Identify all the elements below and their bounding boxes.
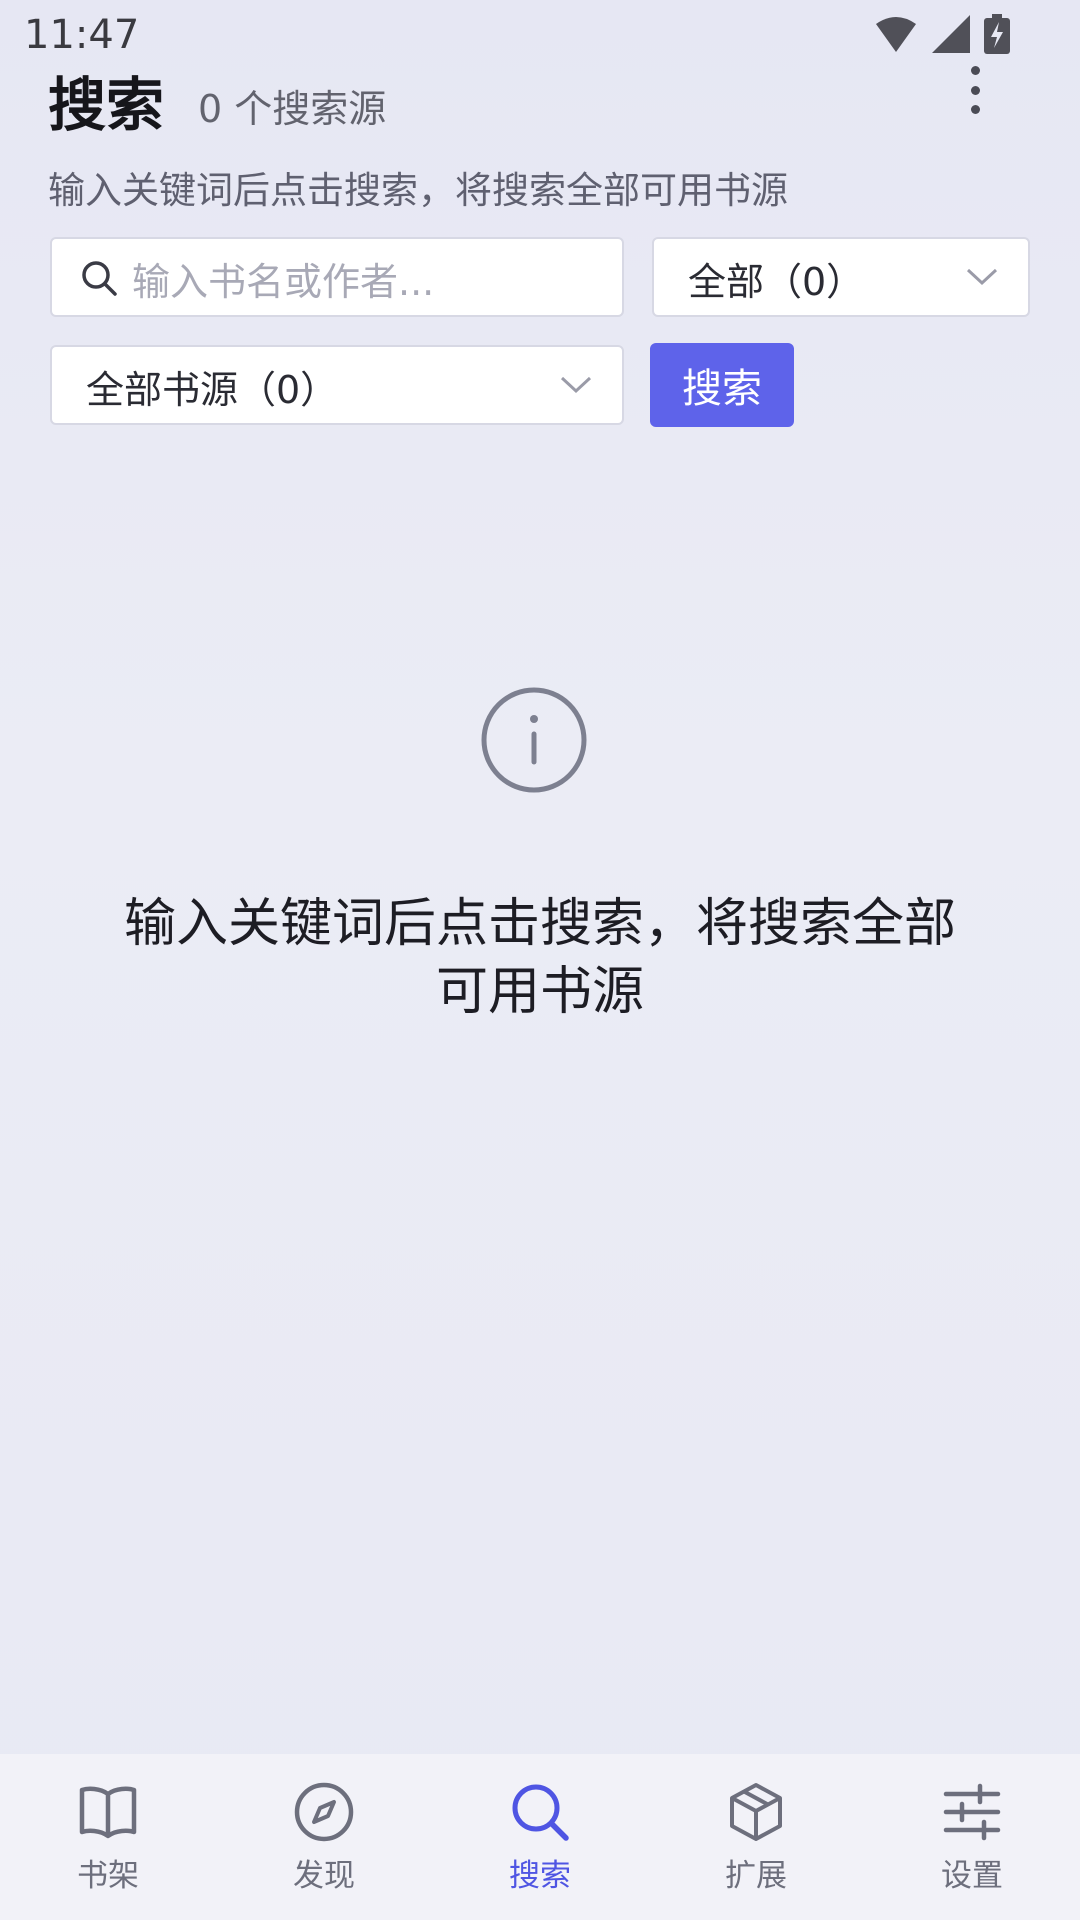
page-title: 搜索 (48, 71, 165, 139)
status-time: 11:47 (24, 12, 140, 58)
search-button[interactable]: 搜索 (650, 343, 794, 427)
category-select[interactable]: 全部（0） (652, 237, 1030, 317)
battery-charging-icon (984, 14, 1010, 54)
more-vertical-icon (970, 66, 980, 75)
info-circle-icon (481, 687, 587, 793)
search-input[interactable]: 输入书名或作者... (50, 237, 624, 317)
nav-label: 发现 (293, 1858, 355, 1894)
search-icon (512, 1784, 569, 1841)
signal-icon (932, 15, 970, 53)
compass-icon (294, 1782, 354, 1842)
nav-extensions[interactable]: 扩展 (648, 1754, 864, 1920)
wifi-icon (876, 17, 916, 52)
nav-label: 书架 (77, 1858, 139, 1894)
nav-discover[interactable]: 发现 (216, 1754, 432, 1920)
package-icon (730, 1783, 782, 1841)
book-open-icon (79, 1786, 137, 1839)
source-select-value: 全部书源（0） (86, 368, 339, 412)
nav-label: 搜索 (509, 1858, 571, 1894)
search-hint: 输入关键词后点击搜索，将搜索全部可用书源 (48, 169, 788, 212)
category-select-value: 全部（0） (688, 260, 865, 304)
more-options-button[interactable] (955, 66, 995, 114)
nav-search[interactable]: 搜索 (432, 1754, 648, 1920)
nav-label: 扩展 (725, 1858, 787, 1894)
status-icons (874, 14, 1010, 54)
chevron-down-icon (966, 268, 998, 286)
search-icon (82, 261, 117, 296)
search-placeholder: 输入书名或作者... (132, 260, 435, 304)
empty-state-message: 输入关键词后点击搜索，将搜索全部可用书源 (123, 894, 956, 1022)
bottom-nav: 书架 发现 搜索 扩展 设置 (0, 1754, 1080, 1920)
nav-label: 设置 (941, 1858, 1003, 1894)
more-dot (970, 85, 980, 95)
nav-bookshelf[interactable]: 书架 (0, 1754, 216, 1920)
source-count: 0 个搜索源 (198, 87, 387, 131)
more-dot (970, 105, 980, 114)
chevron-down-icon (560, 376, 592, 394)
nav-settings[interactable]: 设置 (864, 1754, 1080, 1920)
sliders-icon (943, 1783, 1001, 1841)
source-select[interactable]: 全部书源（0） (50, 345, 624, 425)
